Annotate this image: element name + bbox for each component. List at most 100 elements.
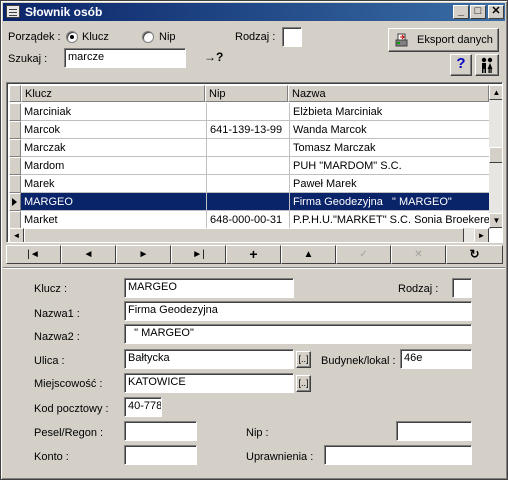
miejscowosc-lookup-button[interactable]: [..] bbox=[296, 375, 311, 392]
table-row[interactable]: Mardom PUH "MARDOM" S.C. bbox=[9, 157, 491, 175]
radio-klucz-label[interactable]: Klucz bbox=[82, 31, 109, 43]
goto-search-icon[interactable]: →? bbox=[204, 50, 223, 64]
cell-nip[interactable]: 648-000-00-31 bbox=[207, 211, 290, 229]
cell-nazwa[interactable]: Firma Geodezyjna " MARGEO" bbox=[290, 193, 491, 211]
row-indicator[interactable] bbox=[9, 157, 21, 175]
rodzaj-filter-input[interactable] bbox=[282, 27, 302, 47]
uprawnienia-label: Uprawnienia : bbox=[246, 451, 314, 463]
klucz-label: Klucz : bbox=[34, 283, 68, 295]
rodzaj-label: Rodzaj : bbox=[398, 283, 439, 295]
divider bbox=[3, 267, 505, 269]
maximize-button[interactable]: □ bbox=[470, 5, 486, 19]
nav-cancel-button[interactable]: ✕ bbox=[391, 245, 446, 264]
table-row[interactable]: Marczak Tomasz Marczak bbox=[9, 139, 491, 157]
nav-insert-button[interactable]: + bbox=[226, 245, 281, 264]
app-icon bbox=[6, 5, 20, 18]
rodzaj-filter-label: Rodzaj : bbox=[235, 31, 276, 43]
scroll-right-button[interactable]: ► bbox=[474, 228, 489, 242]
radio-klucz[interactable] bbox=[66, 31, 78, 43]
table-row[interactable]: Marcok 641-139-13-99 Wanda Marcok bbox=[9, 121, 491, 139]
horizontal-scroll-thumb[interactable] bbox=[24, 228, 464, 242]
column-header-klucz[interactable]: Klucz bbox=[21, 85, 205, 102]
nazwa1-label: Nazwa1 : bbox=[34, 308, 80, 320]
pesel-field[interactable] bbox=[124, 421, 197, 441]
cell-klucz[interactable]: Marek bbox=[21, 175, 207, 193]
budynek-label: Budynek/lokal : bbox=[321, 355, 396, 367]
klucz-field[interactable]: MARGEO bbox=[124, 278, 294, 298]
nav-next-button[interactable]: ► bbox=[116, 245, 171, 264]
current-row-indicator[interactable] bbox=[9, 193, 21, 211]
cell-klucz[interactable]: Marczak bbox=[21, 139, 207, 157]
cell-nazwa[interactable]: Elżbieta Marciniak bbox=[290, 103, 491, 121]
nip-field[interactable] bbox=[396, 421, 472, 441]
row-indicator[interactable] bbox=[9, 103, 21, 121]
table-row[interactable]: Market 648-000-00-31 P.P.H.U."MARKET" S.C.… bbox=[9, 211, 491, 229]
cell-klucz[interactable]: Mardom bbox=[21, 157, 207, 175]
main-window: Słownik osób _ □ ✕ Porządek : Klucz Nip … bbox=[0, 0, 508, 480]
people-button[interactable] bbox=[475, 54, 499, 76]
scroll-left-button[interactable]: ◄ bbox=[9, 228, 24, 242]
cell-klucz[interactable]: Marcok bbox=[21, 121, 207, 139]
column-header-nip[interactable]: Nip bbox=[205, 85, 288, 102]
scroll-up-button[interactable]: ▲ bbox=[489, 85, 502, 100]
row-indicator[interactable] bbox=[9, 139, 21, 157]
cell-nazwa[interactable]: P.P.H.U."MARKET" S.C. Sonia Broekere bbox=[290, 211, 491, 229]
cell-klucz[interactable]: MARGEO bbox=[21, 193, 207, 211]
cell-nazwa[interactable]: Wanda Marcok bbox=[290, 121, 491, 139]
nav-refresh-button[interactable]: ↻ bbox=[446, 245, 503, 264]
cell-klucz[interactable]: Marciniak bbox=[21, 103, 207, 121]
row-indicator[interactable] bbox=[9, 121, 21, 139]
record-navigator: |◄ ◄ ► ►| + ▲ ✓ ✕ ↻ bbox=[6, 245, 503, 264]
nav-last-button[interactable]: ►| bbox=[171, 245, 226, 264]
table-row[interactable]: Marciniak Elżbieta Marciniak bbox=[9, 103, 491, 121]
ulica-field[interactable]: Bałtycka bbox=[124, 349, 294, 369]
pesel-label: Pesel/Regon : bbox=[34, 427, 104, 439]
cell-nip[interactable] bbox=[207, 193, 290, 211]
export-icon bbox=[395, 33, 409, 47]
nazwa2-field[interactable]: " MARGEO" bbox=[124, 324, 472, 344]
uprawnienia-field[interactable] bbox=[324, 445, 472, 465]
miejscowosc-field[interactable]: KATOWICE bbox=[124, 373, 294, 393]
cell-nip[interactable] bbox=[207, 139, 290, 157]
cell-nip[interactable] bbox=[207, 157, 290, 175]
scroll-down-button[interactable]: ▼ bbox=[489, 213, 502, 228]
row-indicator[interactable] bbox=[9, 211, 21, 229]
konto-field[interactable] bbox=[124, 445, 197, 465]
nazwa1-field[interactable]: Firma Geodezyjna bbox=[124, 301, 472, 321]
radio-nip[interactable] bbox=[142, 31, 154, 43]
nip-label: Nip : bbox=[246, 427, 269, 439]
export-button[interactable]: Eksport danych bbox=[388, 28, 499, 52]
ulica-lookup-button[interactable]: [..] bbox=[296, 351, 311, 368]
cell-nip[interactable]: 641-139-13-99 bbox=[207, 121, 290, 139]
table-row[interactable]: Marek Paweł Marek bbox=[9, 175, 491, 193]
search-input[interactable]: marcze bbox=[64, 48, 186, 68]
cell-nip[interactable] bbox=[207, 103, 290, 121]
cell-nazwa[interactable]: Paweł Marek bbox=[290, 175, 491, 193]
nav-prior-button[interactable]: ◄ bbox=[61, 245, 116, 264]
grid-vertical-scrollbar[interactable]: ▲ ▼ bbox=[489, 85, 502, 228]
search-label: Szukaj : bbox=[8, 53, 48, 65]
close-button[interactable]: ✕ bbox=[488, 5, 504, 19]
order-label: Porządek : bbox=[8, 31, 61, 43]
column-header-nazwa[interactable]: Nazwa bbox=[288, 85, 489, 102]
cell-nazwa[interactable]: Tomasz Marczak bbox=[290, 139, 491, 157]
nav-first-button[interactable]: |◄ bbox=[6, 245, 61, 264]
cell-nip[interactable] bbox=[207, 175, 290, 193]
window-title: Słownik osób bbox=[25, 5, 103, 19]
vertical-scroll-thumb[interactable] bbox=[489, 147, 502, 163]
cell-nazwa[interactable]: PUH "MARDOM" S.C. bbox=[290, 157, 491, 175]
records-grid[interactable]: Klucz Nip Nazwa Marciniak Elżbieta Marcin… bbox=[6, 82, 503, 243]
radio-nip-label[interactable]: Nip bbox=[159, 31, 176, 43]
help-button[interactable]: ? bbox=[450, 54, 472, 76]
title-bar[interactable]: Słownik osób _ □ ✕ bbox=[3, 3, 505, 21]
nav-post-button[interactable]: ✓ bbox=[336, 245, 391, 264]
rodzaj-field[interactable] bbox=[452, 278, 472, 298]
cell-klucz[interactable]: Market bbox=[21, 211, 207, 229]
nav-delete-button[interactable]: ▲ bbox=[281, 245, 336, 264]
grid-horizontal-scrollbar[interactable]: ◄ ► bbox=[9, 228, 489, 242]
budynek-field[interactable]: 46e bbox=[400, 349, 472, 369]
minimize-button[interactable]: _ bbox=[453, 5, 469, 19]
kod-field[interactable]: 40-778 bbox=[124, 397, 162, 417]
row-indicator[interactable] bbox=[9, 175, 21, 193]
table-row[interactable]: MARGEO Firma Geodezyjna " MARGEO" bbox=[9, 193, 491, 211]
